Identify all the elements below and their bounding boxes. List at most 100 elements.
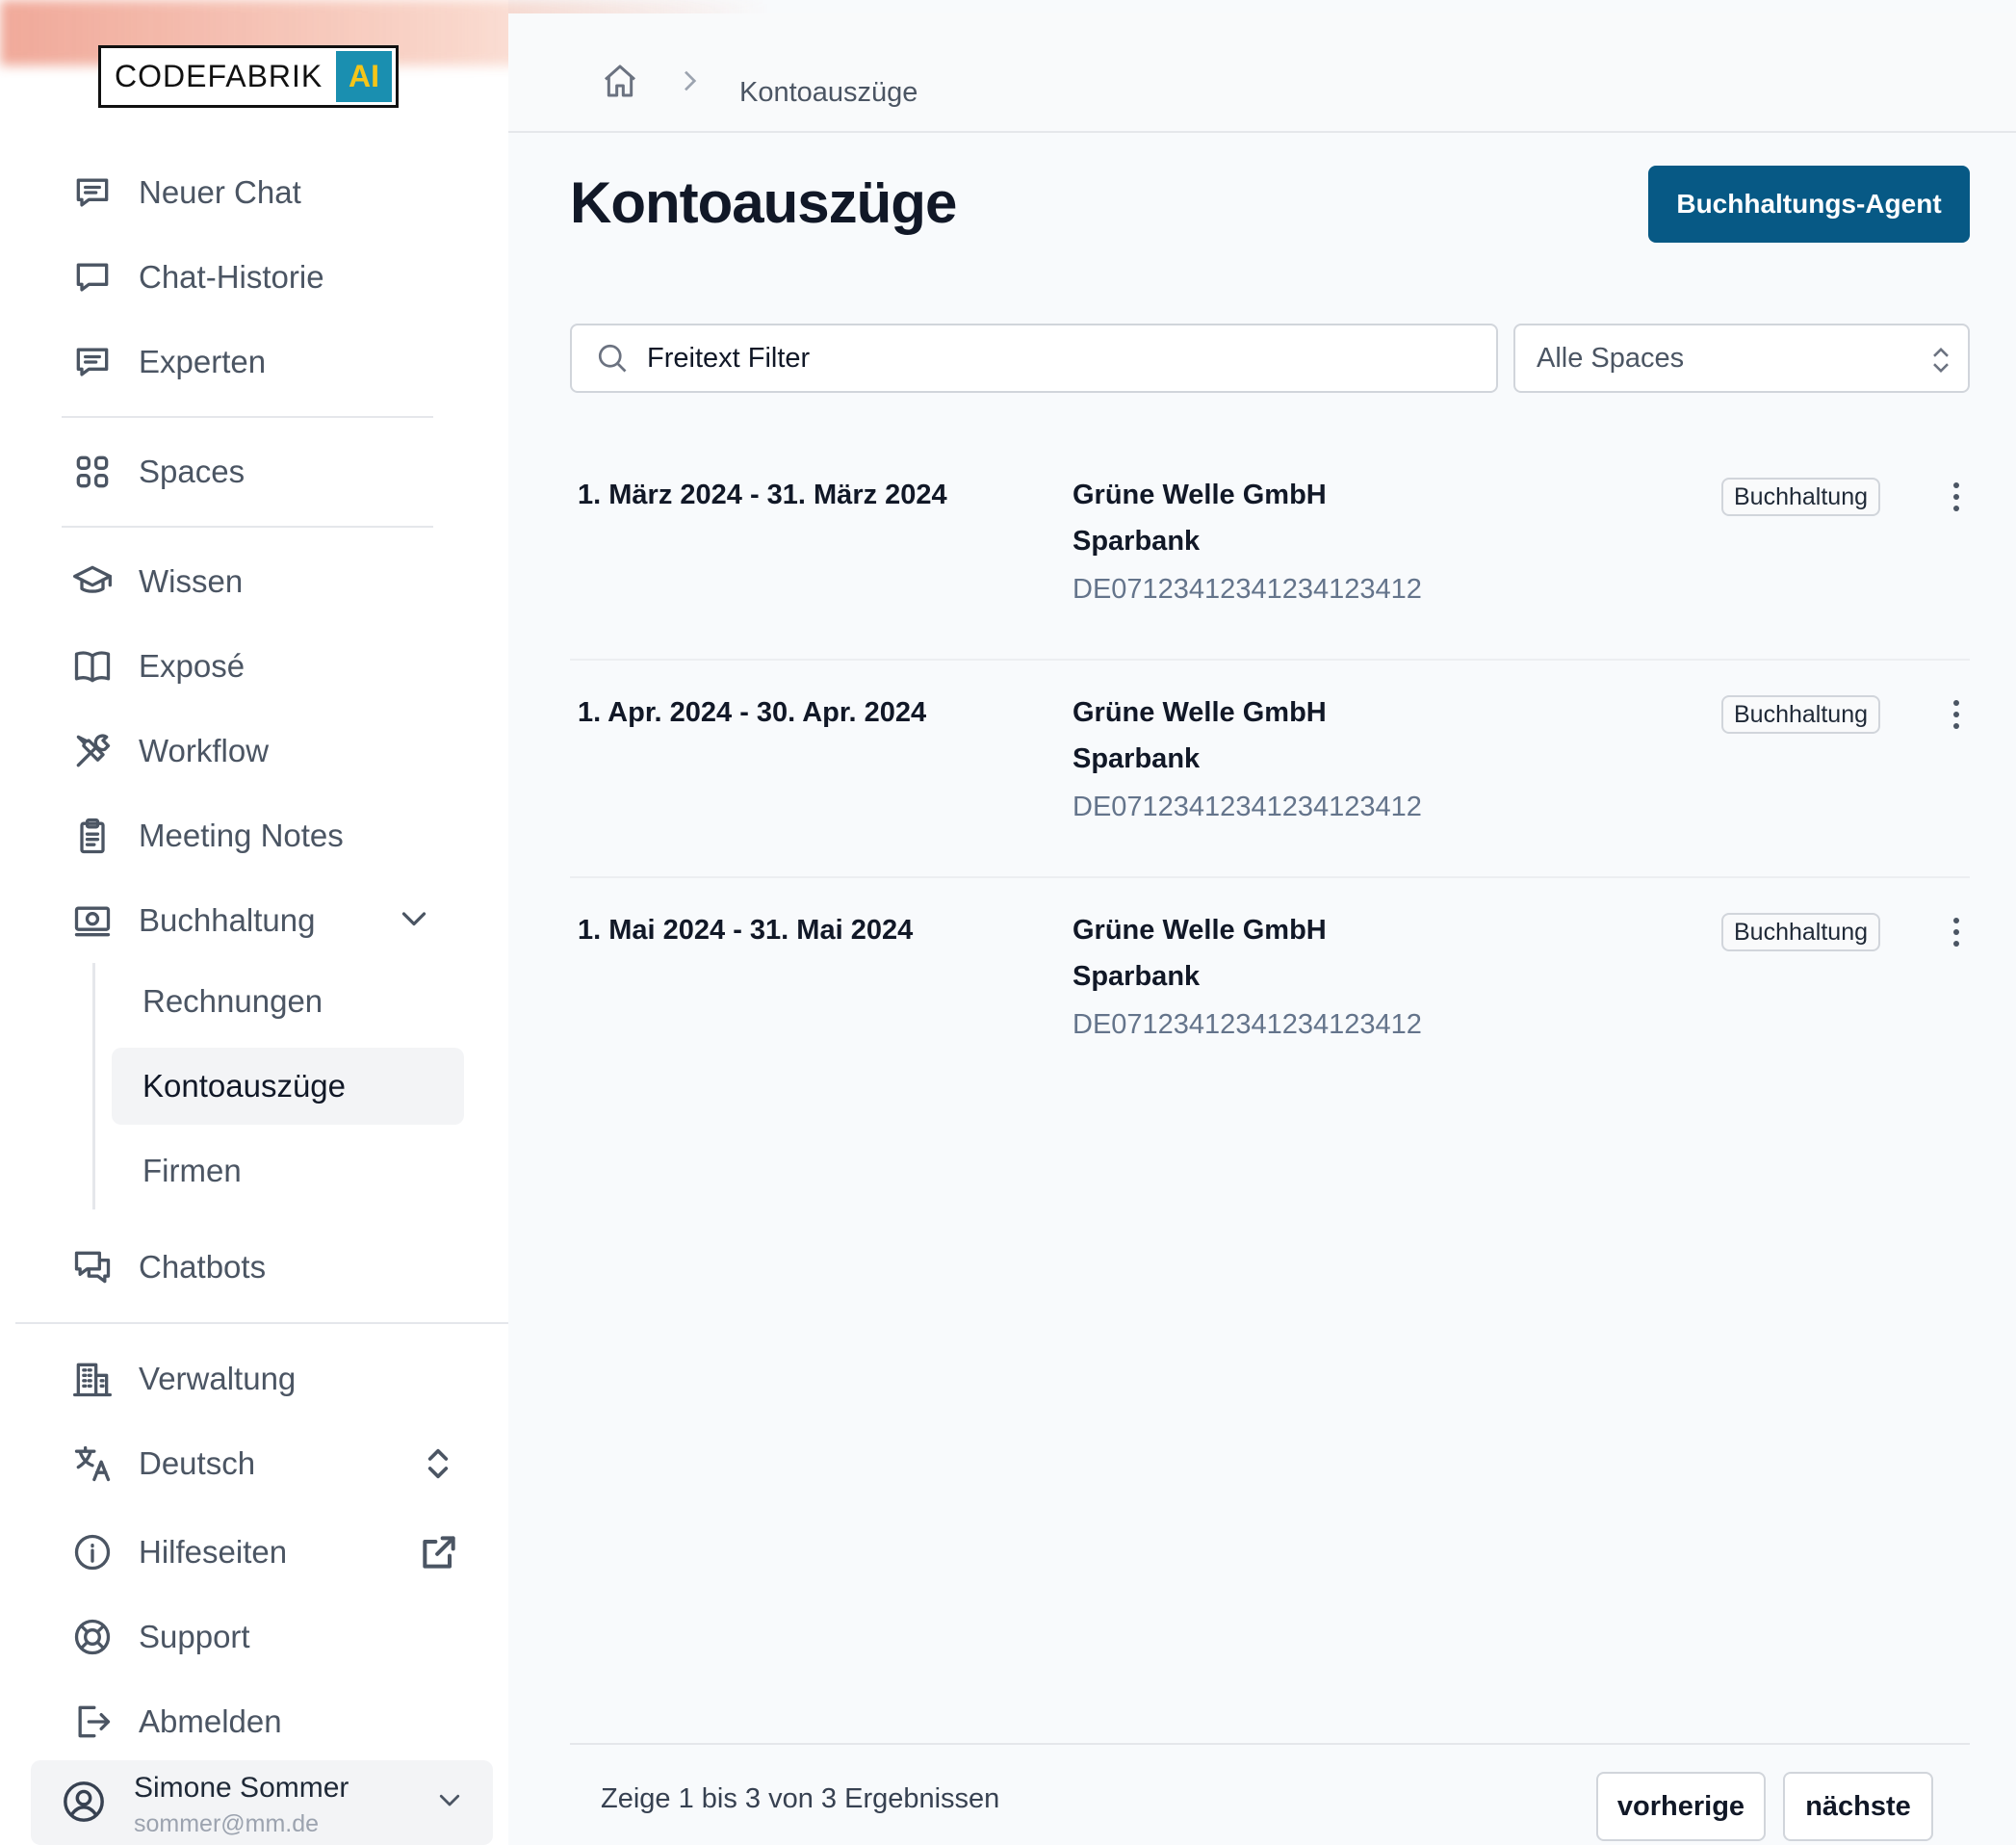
breadcrumb: Kontoauszüge	[508, 13, 2016, 133]
statement-company: Grüne Welle GmbH	[1073, 697, 1327, 728]
sidebar-item-label: Workflow	[139, 733, 270, 768]
sidebar-item-chat-historie[interactable]: Chat-Historie	[67, 248, 324, 306]
sidebar-item-label: Exposé	[139, 648, 246, 684]
language-icon	[67, 1439, 117, 1489]
home-icon[interactable]	[601, 62, 639, 105]
statement-bank: Sparbank	[1073, 526, 1201, 557]
search-field[interactable]	[570, 324, 1498, 393]
user-name: Simone Sommer	[134, 1772, 349, 1804]
sidebar-divider	[62, 416, 433, 418]
lifebuoy-icon	[67, 1612, 117, 1662]
sidebar-subitem-kontoauszuege[interactable]: Kontoauszüge	[112, 1048, 464, 1125]
statement-row[interactable]: 1. März 2024 - 31. März 2024 Grüne Welle…	[570, 443, 1970, 661]
sidebar-divider	[15, 1322, 508, 1324]
statement-iban: DE07123412341234123412	[1073, 792, 1422, 822]
page-title: Kontoauszüge	[570, 170, 957, 235]
chat-bubble-lines-icon	[67, 168, 117, 218]
sidebar-item-spaces[interactable]: Spaces	[67, 443, 245, 501]
sidebar-subitem-firmen[interactable]: Firmen	[112, 1132, 464, 1209]
book-open-icon	[67, 641, 117, 691]
submenu-line	[92, 963, 95, 1209]
sidebar-item-label: Wissen	[139, 563, 244, 599]
statement-iban: DE07123412341234123412	[1073, 1009, 1422, 1040]
sidebar-item-label: Support	[139, 1619, 250, 1654]
brand-name: CODEFABRIK	[115, 59, 323, 93]
graduation-cap-icon	[67, 557, 117, 607]
sidebar-item-label: Chatbots	[139, 1249, 267, 1285]
chat-bubble-icon	[67, 252, 117, 302]
sidebar-item-hilfeseiten[interactable]: Hilfeseiten	[67, 1523, 287, 1581]
grid-icon	[67, 447, 117, 497]
chat-bubble-lines-icon	[67, 337, 117, 387]
brand-logo[interactable]: CODEFABRIK AI	[98, 45, 399, 108]
sidebar-item-verwaltung[interactable]: Verwaltung	[67, 1350, 296, 1408]
sidebar-item-experten[interactable]: Experten	[67, 333, 266, 391]
statement-period: 1. Mai 2024 - 31. Mai 2024	[578, 915, 914, 946]
statement-bank: Sparbank	[1073, 743, 1201, 774]
statement-company: Grüne Welle GmbH	[1073, 915, 1327, 946]
space-badge: Buchhaltung	[1721, 913, 1881, 951]
sidebar-item-label: Experten	[139, 344, 267, 379]
user-menu[interactable]: Simone Sommer sommer@mm.de	[31, 1760, 493, 1845]
sidebar-item-expose[interactable]: Exposé	[67, 637, 245, 695]
statement-bank: Sparbank	[1073, 961, 1201, 992]
statement-period: 1. März 2024 - 31. März 2024	[578, 480, 947, 510]
sidebar-item-label: Verwaltung	[139, 1361, 297, 1396]
sidebar-item-workflow[interactable]: Workflow	[67, 722, 269, 780]
statement-row[interactable]: 1. Mai 2024 - 31. Mai 2024 Grüne Welle G…	[570, 878, 1970, 1096]
previous-page-button[interactable]: vorherige	[1596, 1772, 1766, 1841]
user-avatar-icon	[62, 1780, 106, 1829]
buchhaltungs-agent-button[interactable]: Buchhaltungs-Agent	[1648, 166, 1970, 243]
sidebar-item-support[interactable]: Support	[67, 1608, 250, 1666]
user-email: sommer@mm.de	[134, 1810, 320, 1837]
sidebar-item-label: Hilfeseiten	[139, 1534, 288, 1570]
sidebar-item-neuer-chat[interactable]: Neuer Chat	[67, 164, 301, 221]
pagination-info: Zeige 1 bis 3 von 3 Ergebnissen	[601, 1783, 1000, 1814]
statement-row[interactable]: 1. Apr. 2024 - 30. Apr. 2024 Grüne Welle…	[570, 661, 1970, 878]
search-icon	[598, 344, 627, 373]
sidebar-item-chatbots[interactable]: Chatbots	[67, 1238, 266, 1296]
sidebar-item-label: Abmelden	[139, 1703, 282, 1739]
sidebar-item-buchhaltung[interactable]: Buchhaltung	[67, 892, 315, 949]
chevron-right-icon	[674, 65, 705, 101]
banknotes-icon	[67, 896, 117, 946]
pagination: Zeige 1 bis 3 von 3 Ergebnissen vorherig…	[570, 1743, 1970, 1845]
space-badge: Buchhaltung	[1721, 695, 1881, 734]
next-page-button[interactable]: nächste	[1783, 1772, 1933, 1841]
chevron-updown-icon	[1927, 343, 1954, 385]
statement-period: 1. Apr. 2024 - 30. Apr. 2024	[578, 697, 927, 728]
language-selector[interactable]: Deutsch	[67, 1435, 255, 1493]
sidebar-item-label: Meeting Notes	[139, 818, 344, 853]
sidebar-item-label: Deutsch	[139, 1445, 256, 1481]
statement-iban: DE07123412341234123412	[1073, 574, 1422, 605]
spaces-select-value: Alle Spaces	[1537, 342, 1685, 374]
sidebar-divider	[62, 526, 433, 528]
more-options-icon[interactable]	[1947, 697, 1966, 736]
sidebar-item-meeting-notes[interactable]: Meeting Notes	[67, 807, 344, 865]
more-options-icon[interactable]	[1947, 480, 1966, 518]
main-content: Kontoauszüge Kontoauszüge Buchhaltungs-A…	[508, 0, 2016, 1845]
sidebar-item-label: Chat-Historie	[139, 259, 324, 295]
chevron-updown-icon[interactable]	[422, 1444, 454, 1488]
sidebar: CODEFABRIK AI Neuer Chat Chat-Historie E…	[0, 0, 770, 1845]
search-input[interactable]	[647, 342, 1496, 375]
sidebar-item-abmelden[interactable]: Abmelden	[67, 1693, 282, 1751]
sidebar-item-label: Buchhaltung	[139, 902, 316, 938]
info-icon	[67, 1527, 117, 1577]
logout-icon	[67, 1697, 117, 1747]
breadcrumb-current[interactable]: Kontoauszüge	[739, 77, 918, 109]
external-link-icon[interactable]	[418, 1531, 460, 1578]
wrench-screwdriver-icon	[67, 726, 117, 776]
sidebar-item-label: Neuer Chat	[139, 174, 301, 210]
chevron-down-icon	[435, 1785, 464, 1819]
sidebar-item-label: Spaces	[139, 454, 246, 489]
building-icon	[67, 1354, 117, 1404]
sidebar-item-wissen[interactable]: Wissen	[67, 553, 243, 611]
chevron-down-icon[interactable]	[397, 905, 431, 939]
sidebar-subitem-rechnungen[interactable]: Rechnungen	[112, 963, 464, 1040]
more-options-icon[interactable]	[1947, 915, 1966, 953]
spaces-select[interactable]: Alle Spaces	[1513, 324, 1970, 393]
chat-bubbles-icon	[67, 1242, 117, 1292]
statement-company: Grüne Welle GmbH	[1073, 480, 1327, 510]
space-badge: Buchhaltung	[1721, 478, 1881, 516]
